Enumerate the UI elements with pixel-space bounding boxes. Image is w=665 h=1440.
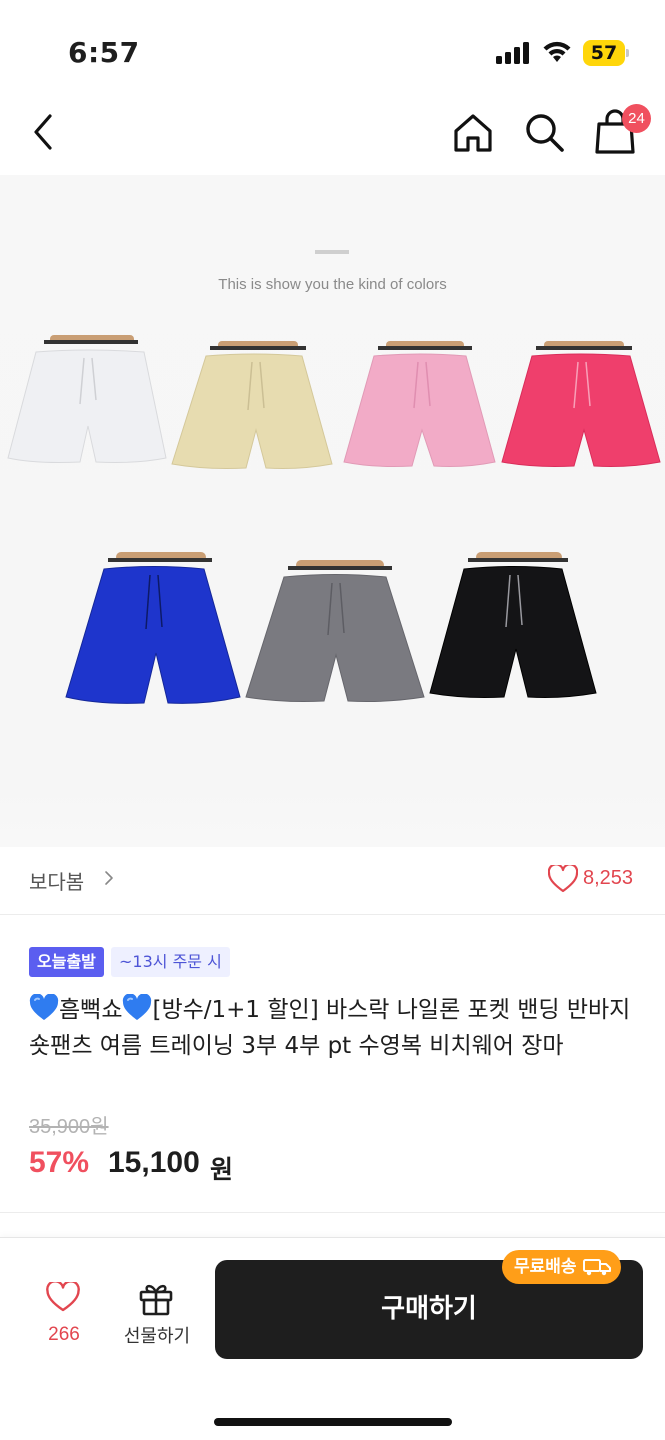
shorts-white (7, 335, 167, 463)
status-time: 6:57 (68, 36, 140, 69)
shorts-gray (245, 560, 425, 702)
shorts-beige (171, 341, 333, 469)
today-shipping-badge: 오늘출발 (29, 947, 104, 977)
like-count: 8,253 (583, 867, 634, 889)
home-icon[interactable] (450, 110, 496, 156)
shop-name-link[interactable]: 보다봄 (29, 866, 84, 895)
sale-price: 15,100 (108, 1146, 200, 1179)
battery-indicator: 57 (583, 40, 629, 66)
original-price: 35,900원 (29, 1116, 109, 1138)
image-caption: This is show you the kind of colors (218, 276, 447, 293)
gift-icon (139, 1284, 173, 1316)
shorts-pink (343, 341, 496, 467)
image-dash (315, 250, 349, 254)
discount-rate: 57% (29, 1146, 90, 1179)
blue-heart-icon (123, 994, 152, 1020)
section-divider (0, 1212, 665, 1213)
free-shipping-badge: 무료배송 (502, 1250, 621, 1284)
heart-outline-icon (46, 1282, 80, 1312)
product-title-part1: 흠뻑쇼 (59, 997, 123, 1023)
product-image[interactable]: This is show you the kind of colors (0, 175, 665, 847)
product-title: 흠뻑쇼 [방수/1+1 할인] 바스락 나일론 포켓 밴딩 반바지 숏팬츠 여름… (29, 992, 644, 1064)
wifi-icon (543, 41, 571, 62)
heart-outline-icon[interactable] (548, 865, 578, 893)
home-indicator (214, 1418, 452, 1426)
wishlist-button[interactable]: 266 (30, 1278, 98, 1348)
wishlist-count: 266 (48, 1324, 80, 1345)
battery-tip (626, 49, 629, 57)
gift-button[interactable]: 선물하기 (112, 1276, 202, 1348)
bottom-action-bar: 266 선물하기 구매하기 무료배송 (0, 1237, 665, 1440)
search-icon[interactable] (522, 110, 566, 154)
sale-price-currency: 원 (210, 1155, 234, 1184)
blue-heart-icon (29, 994, 59, 1020)
order-cutoff-badge: ~13시 주문 시 (111, 947, 230, 977)
truck-icon (582, 1259, 611, 1276)
free-shipping-label: 무료배송 (514, 1257, 577, 1277)
shorts-blue (65, 552, 241, 704)
cart-count-badge: 24 (622, 104, 651, 133)
cellular-signal-icon (496, 42, 529, 64)
shorts-hot-pink (501, 341, 661, 467)
chevron-right-icon[interactable] (104, 870, 114, 886)
back-arrow-icon[interactable] (24, 112, 64, 152)
battery-level: 57 (590, 42, 618, 64)
gift-label: 선물하기 (123, 1326, 191, 1347)
shop-row: 보다봄 8,253 (0, 847, 665, 915)
status-bar: 6:57 57 (0, 0, 665, 100)
shorts-black (429, 552, 597, 698)
nav-bar (0, 100, 665, 170)
